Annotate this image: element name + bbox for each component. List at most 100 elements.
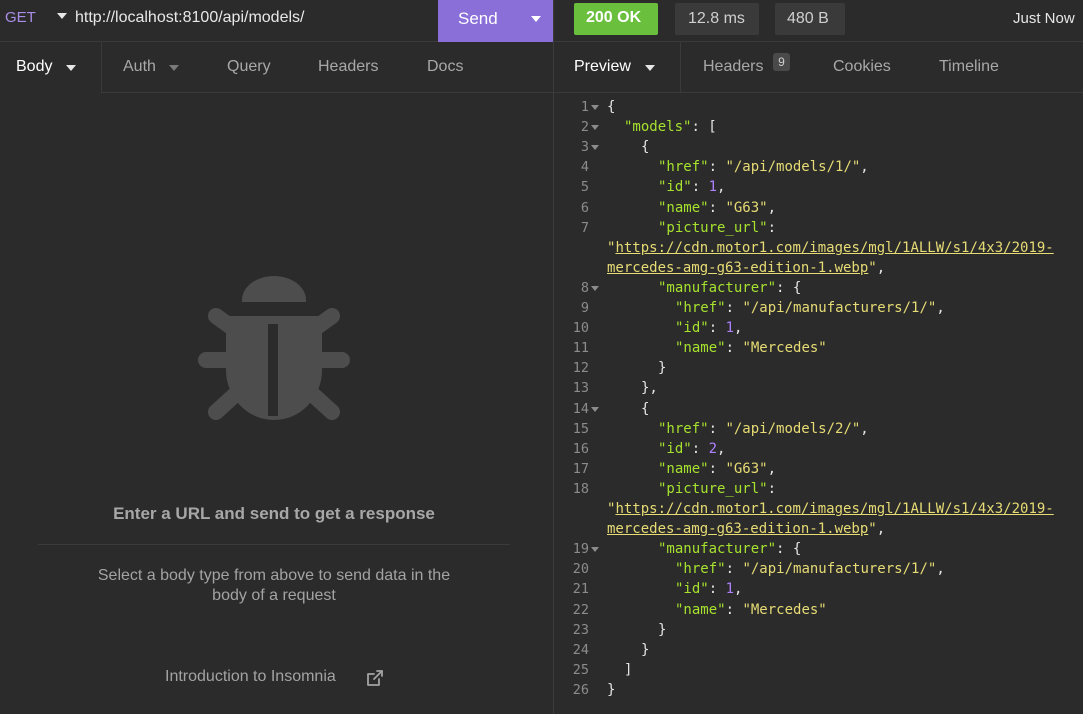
line-number-label: 18 [572,481,589,497]
tab-body-label: Body [16,58,53,75]
line-number-label: 7 [580,220,589,236]
tab-auth[interactable]: Auth [123,58,156,76]
json-number: 2 [708,441,718,457]
code-line: "id": 1, [658,177,725,197]
line-number-label: 22 [572,602,589,618]
introduction-link[interactable]: Introduction to Insomnia [165,668,336,686]
json-key: "picture_url" [658,481,768,497]
code-line: "id": 2, [658,439,725,459]
code-line: "name": "G63", [658,198,776,218]
chevron-down-icon[interactable] [57,13,67,19]
json-punctuation: , [860,421,869,437]
line-number: 9 [581,298,589,318]
line-number: 2 [581,117,589,137]
code-line: "https://cdn.motor1.com/images/mgl/1ALLW… [607,499,1054,519]
json-punctuation: : [708,581,726,597]
code-line: "models": [ [624,117,717,137]
json-key: "href" [658,421,709,437]
line-number: 20 [573,559,589,579]
json-punctuation: , [767,200,777,216]
line-number [588,258,589,278]
json-key: "id" [675,581,709,597]
line-number: 18 [573,479,589,499]
request-tabs: Body Auth Query Headers Docs [0,42,553,93]
method-selector[interactable]: GET [5,9,36,26]
code-line: "picture_url": [658,479,776,499]
line-number: 21 [573,579,589,599]
fold-toggle-icon[interactable] [591,125,599,130]
json-punctuation: , [734,581,743,597]
tab-headers[interactable]: Headers [318,58,378,76]
json-url-link[interactable]: mercedes-amg-g63-edition-1.webp [607,260,868,276]
json-string: "/api/manufacturers/1/" [742,561,937,577]
json-url-link[interactable]: mercedes-amg-g63-edition-1.webp [607,521,868,537]
tab-docs[interactable]: Docs [427,58,463,76]
chevron-down-icon[interactable] [66,65,76,71]
tab-body[interactable]: Body [0,42,102,93]
chevron-down-icon[interactable] [645,65,655,71]
json-punctuation: , [717,179,726,195]
json-punctuation: : [691,441,709,457]
json-punctuation: : [725,340,743,356]
json-key: "name" [658,461,709,477]
json-punctuation: : [ [691,119,717,135]
line-number: 11 [573,338,589,358]
chevron-down-icon[interactable] [169,65,179,71]
json-key: "id" [658,179,692,195]
pane-divider[interactable] [553,0,554,714]
json-punctuation: : [725,561,743,577]
tab-preview[interactable]: Preview [554,42,681,93]
json-punctuation: , [936,561,945,577]
json-punctuation: } [658,622,667,638]
line-number: 1 [581,97,589,117]
line-number-label: 25 [572,662,589,678]
code-line: "name": "G63", [658,459,776,479]
json-punctuation: } [641,642,650,658]
code-line: } [658,620,666,640]
line-number: 13 [573,378,589,398]
json-punctuation: }, [641,380,658,396]
response-size-label: 480 B [787,10,829,27]
line-number: 14 [573,399,589,419]
fold-toggle-icon[interactable] [591,547,599,552]
json-string: "Mercedes" [742,340,827,356]
line-number-label: 16 [572,441,589,457]
fold-toggle-icon[interactable] [591,407,599,412]
json-key: "name" [675,340,726,356]
line-number-label: 6 [580,200,589,216]
code-line: "name": "Mercedes" [675,600,827,620]
line-number-label: 10 [572,320,589,336]
json-number: 1 [708,179,718,195]
line-number-label: 20 [572,561,589,577]
response-timestamp[interactable]: Just Now [1013,10,1075,27]
line-number-label: 1 [580,99,589,115]
line-number: 16 [573,439,589,459]
line-number-label: 17 [572,461,589,477]
url-input[interactable]: http://localhost:8100/api/models/ [75,9,304,27]
tab-response-headers[interactable]: Headers [703,58,763,76]
code-line: "href": "/api/models/2/", [658,419,869,439]
external-link-icon[interactable] [366,669,384,687]
tab-query[interactable]: Query [227,58,271,76]
chevron-down-icon[interactable] [531,16,541,22]
fold-toggle-icon[interactable] [591,105,599,110]
code-line: "manufacturer": { [658,539,801,559]
tab-cookies[interactable]: Cookies [833,58,891,76]
code-line: "name": "Mercedes" [675,338,827,358]
json-string: " [868,521,877,537]
json-url-link[interactable]: https://cdn.motor1.com/images/mgl/1ALLW/… [615,240,1053,256]
code-line: "href": "/api/manufacturers/1/", [675,298,945,318]
fold-toggle-icon[interactable] [591,145,599,150]
tab-timeline[interactable]: Timeline [939,58,999,76]
json-key: "name" [658,200,709,216]
line-number: 19 [573,539,589,559]
fold-toggle-icon[interactable] [591,286,599,291]
json-punctuation: , [860,159,869,175]
json-url-link[interactable]: https://cdn.motor1.com/images/mgl/1ALLW/… [615,501,1053,517]
json-punctuation: { [641,401,650,417]
code-line: } [641,640,649,660]
line-number-label: 26 [572,682,589,698]
line-number: 26 [573,680,589,700]
send-button[interactable]: Send [438,0,553,42]
code-line: }, [641,378,658,398]
